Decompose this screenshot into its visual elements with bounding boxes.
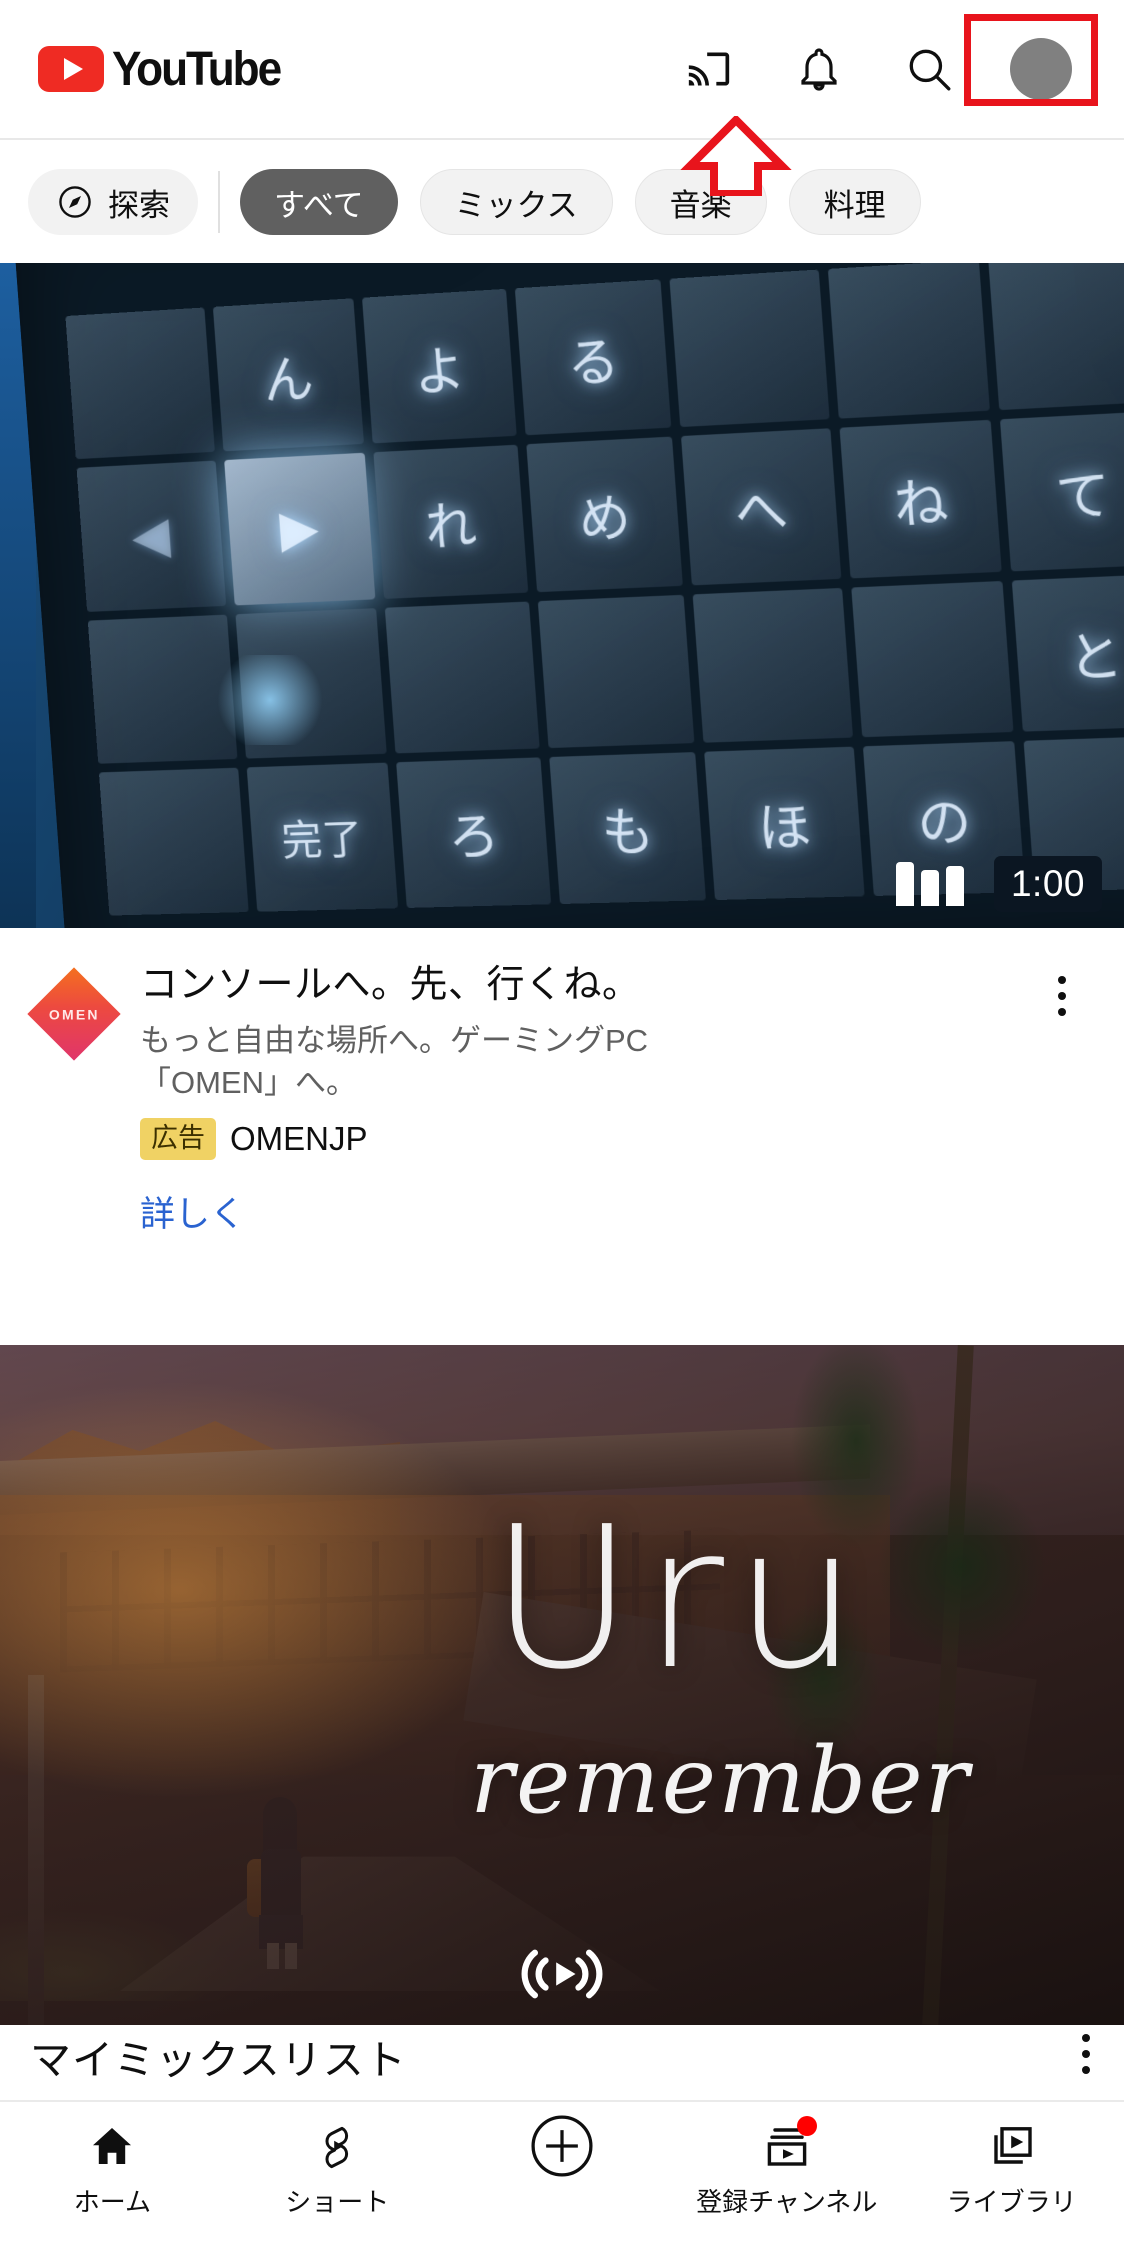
chip-mix-label: ミックス [455, 180, 578, 225]
chip-explore[interactable]: 探索 [28, 169, 198, 235]
chip-cooking-label: 料理 [824, 180, 886, 225]
section-title: マイミックスリスト [30, 2026, 407, 2086]
keyboard-light-flare [210, 655, 330, 745]
youtube-wordmark: YouTube [112, 42, 280, 97]
chip-cooking[interactable]: 料理 [789, 169, 921, 235]
omen-logo-icon: OMEN [27, 967, 120, 1060]
nav-label-shorts: ショート [285, 2182, 389, 2219]
ad-byline: 広告 OMENJP [140, 1118, 1034, 1160]
ad-metadata-row[interactable]: OMEN コンソールへ。先、行くね。 もっと自由な場所へ。ゲーミングPC 「OM… [0, 928, 1124, 1338]
subscriptions-icon [761, 2120, 813, 2172]
nav-item-create[interactable] [450, 2120, 675, 2182]
bottom-navigation-bar: ホーム ショート 登録チャンネル ライブラリ [0, 2100, 1124, 2241]
chip-divider [218, 171, 220, 233]
ad-cta-link[interactable]: 詳しく [140, 1186, 1034, 1237]
subscriptions-badge-dot [797, 2116, 817, 2136]
library-icon [987, 2120, 1037, 2172]
chip-music[interactable]: 音楽 [635, 169, 767, 235]
chip-mix[interactable]: ミックス [420, 169, 613, 235]
equalizer-bars-icon [896, 862, 964, 906]
shorts-icon [313, 2120, 361, 2172]
chip-explore-label: 探索 [108, 180, 170, 225]
cast-icon[interactable] [680, 40, 738, 98]
music-song-title: remember [470, 1727, 971, 1834]
youtube-logo[interactable]: YouTube [38, 42, 295, 97]
bell-icon[interactable] [790, 40, 848, 98]
ad-video-thumbnail[interactable]: ん よ る ◀ ▶ れ め へ ね て と 完了 ろ も ほ の 1:00 [0, 263, 1124, 928]
ad-text-block: コンソールへ。先、行くね。 もっと自由な場所へ。ゲーミングPC 「OMEN」へ。… [140, 954, 1034, 1338]
thumbnail-overlay: 1:00 [896, 856, 1102, 912]
youtube-play-icon [38, 46, 104, 92]
search-icon[interactable] [900, 40, 958, 98]
ad-title: コンソールへ。先、行くね。 [140, 960, 1034, 1010]
top-app-bar: YouTube [0, 0, 1124, 140]
keyboard-keys: ん よ る ◀ ▶ れ め へ ね て と 完了 ろ も ほ の [65, 263, 1124, 916]
category-chip-bar[interactable]: 探索 すべて ミックス 音楽 料理 [0, 142, 1124, 262]
nav-item-shorts[interactable]: ショート [225, 2120, 450, 2219]
channel-avatar[interactable]: OMEN [30, 970, 118, 1058]
video-duration-badge: 1:00 [994, 856, 1102, 912]
create-plus-icon [528, 2120, 596, 2172]
nav-item-library[interactable]: ライブラリ [899, 2120, 1124, 2219]
radio-live-icon [514, 1945, 610, 2003]
home-icon [88, 2120, 136, 2172]
ad-description: もっと自由な場所へ。ゲーミングPC 「OMEN」へ。 [140, 1020, 700, 1104]
avatar[interactable] [1010, 38, 1072, 100]
youtube-mobile-screen: YouTube 探索 すべて ミックス 音楽 料理 ん よ る ◀ ▶ れ め … [0, 0, 1124, 2241]
section-more-menu-icon[interactable] [1082, 2026, 1090, 2074]
chip-all-label: すべて [274, 180, 364, 225]
music-video-thumbnail[interactable]: Uru remember [0, 1345, 1124, 2025]
nav-item-subscriptions[interactable]: 登録チャンネル [674, 2120, 899, 2219]
omen-logo-text: OMEN [49, 1006, 100, 1022]
chip-all[interactable]: すべて [240, 169, 398, 235]
mix-list-section-header: マイミックスリスト [0, 2026, 1124, 2106]
nav-label-library: ライブラリ [947, 2182, 1077, 2219]
chip-music-label: 音楽 [670, 180, 732, 225]
top-bar-actions [680, 38, 1072, 100]
nav-label-subscriptions: 登録チャンネル [696, 2182, 877, 2219]
nav-label-home: ホーム [74, 2182, 151, 2219]
music-artist-title: Uru [490, 1501, 868, 1697]
ad-badge: 広告 [140, 1118, 216, 1160]
nav-item-home[interactable]: ホーム [0, 2120, 225, 2219]
ad-channel-name[interactable]: OMENJP [230, 1120, 368, 1158]
ad-more-menu-icon[interactable] [1034, 976, 1090, 1338]
compass-icon [56, 183, 94, 221]
